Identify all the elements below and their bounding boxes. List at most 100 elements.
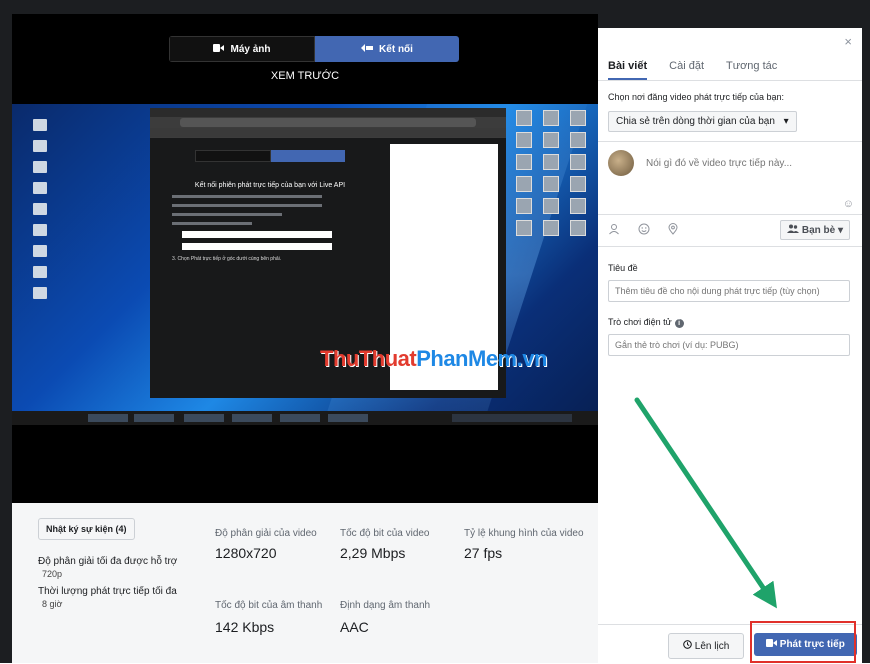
desktop-icon	[33, 140, 47, 152]
desktop-icon	[33, 266, 47, 278]
desktop-thumb	[516, 132, 533, 148]
game-tag-input[interactable]	[608, 334, 850, 356]
post-panel: × Bài viết Cài đặt Tương tác Chọn nơi đă…	[598, 28, 862, 664]
inner-url-field	[182, 231, 332, 238]
desktop-thumb	[542, 220, 559, 236]
tabs-divider	[598, 80, 862, 81]
max-duration-label: Thời lượng phát trực tiếp tối đa	[38, 586, 177, 597]
max-duration-value: 8 giờ	[42, 599, 63, 609]
caret-down-icon: ▾	[783, 116, 789, 127]
desktop-thumb	[569, 220, 586, 236]
desktop-thumb	[569, 198, 586, 214]
audience-selector[interactable]: Bạn bè ▾	[780, 220, 850, 240]
camera-tab-label: Máy ảnh	[230, 43, 271, 55]
connect-tab[interactable]: Kết nối	[315, 36, 459, 62]
emoji-icon[interactable]: ☺	[843, 198, 854, 210]
inner-connect-seg	[271, 150, 345, 162]
preview-title: XEM TRƯỚC	[270, 70, 340, 82]
desktop-icon	[33, 224, 47, 236]
tab-post[interactable]: Bài viết	[608, 60, 648, 80]
audio-format-label: Định dạng âm thanh	[340, 600, 431, 611]
desktop-icons-right	[512, 104, 590, 236]
desktop-thumb	[542, 154, 559, 170]
event-log-button[interactable]: Nhật ký sự kiện (4)	[38, 518, 135, 540]
inner-text-line	[172, 204, 322, 207]
desktop-thumb	[542, 110, 559, 126]
desktop-icon	[33, 182, 47, 194]
schedule-button[interactable]: Lên lịch	[668, 633, 745, 659]
video-preview: Kết nối phiên phát trực tiếp của bạn với…	[12, 104, 598, 425]
taskbar-item	[134, 414, 174, 422]
desktop-icon	[33, 287, 47, 299]
post-description-input[interactable]	[644, 157, 848, 170]
desktop-icons-left	[20, 110, 60, 301]
desktop-thumb	[516, 220, 533, 236]
tab-settings[interactable]: Cài đặt	[669, 60, 704, 80]
desktop-thumb	[569, 154, 586, 170]
tag-people-icon[interactable]	[608, 223, 620, 238]
inner-step3: 3. Chọn Phát trực tiếp ở góc dưới cùng b…	[172, 256, 282, 262]
desktop-thumb	[569, 110, 586, 126]
taskbar-item	[280, 414, 320, 422]
game-label: Trò chơi điện tử	[608, 317, 672, 327]
inner-address-bar	[180, 118, 476, 127]
audio-bitrate-label: Tốc độ bit của âm thanh	[215, 600, 323, 611]
share-destination-dropdown[interactable]: Chia sẻ trên dòng thời gian của bạn ▾	[608, 111, 797, 132]
highlight-box	[750, 621, 856, 663]
resolution-value: 1280x720	[215, 545, 277, 561]
divider	[598, 246, 862, 247]
game-label-row: Trò chơi điện tử i	[608, 317, 684, 328]
stream-stats: Nhật ký sự kiện (4) Độ phân giải tối đa …	[12, 503, 598, 663]
inner-camera-seg	[195, 150, 271, 162]
desktop-thumb	[516, 154, 533, 170]
location-pin-icon[interactable]	[668, 223, 678, 238]
audience-value: Bạn bè	[801, 225, 836, 236]
inner-heading: Kết nối phiên phát trực tiếp của bạn với…	[194, 182, 346, 189]
watermark-part: ThuThuat	[320, 346, 417, 371]
title-label: Tiêu đề	[608, 263, 638, 273]
close-icon[interactable]: ×	[844, 34, 852, 49]
friends-icon	[787, 224, 802, 236]
max-resolution-value: 720p	[42, 569, 63, 579]
connect-tab-label: Kết nối	[379, 43, 413, 55]
camera-tab[interactable]: Máy ảnh	[169, 36, 315, 62]
inner-source-switch	[195, 150, 345, 162]
max-resolution-label: Độ phân giải tối đa được hỗ trợ	[38, 556, 178, 567]
desktop-icon	[33, 245, 47, 257]
video-camera-icon	[213, 43, 225, 55]
desktop-thumb	[542, 132, 559, 148]
desktop-thumb	[569, 132, 586, 148]
desktop-thumb	[516, 176, 533, 192]
taskbar-item	[184, 414, 224, 422]
desktop-icon	[33, 161, 47, 173]
schedule-button-label: Lên lịch	[694, 641, 730, 652]
caret-down-icon: ▾	[837, 225, 843, 236]
taskbar-item	[328, 414, 368, 422]
audio-bitrate-value: 142 Kbps	[215, 619, 275, 635]
info-icon[interactable]: i	[674, 319, 684, 328]
title-input[interactable]	[608, 280, 850, 302]
post-tools	[608, 223, 678, 238]
connect-icon	[361, 43, 374, 55]
inner-text-line	[172, 213, 282, 216]
live-producer-page: Máy ảnh Kết nối XEM TRƯỚC Kết nối phiên …	[0, 0, 870, 664]
avatar	[608, 150, 634, 176]
system-tray	[452, 414, 572, 422]
feeling-icon[interactable]	[638, 223, 650, 238]
inner-text-line	[172, 195, 322, 198]
desktop-thumb	[516, 198, 533, 214]
inner-bookmarks-bar	[150, 128, 506, 137]
share-destination-value: Chia sẻ trên dòng thời gian của bạn	[616, 116, 775, 127]
desktop-icon	[33, 119, 47, 131]
watermark-text: ThuThuatPhanMem.vn	[320, 346, 547, 372]
windows-taskbar	[12, 411, 598, 425]
resolution-label: Độ phân giải của video	[215, 528, 317, 539]
divider	[598, 141, 862, 142]
post-destination-label: Chọn nơi đăng video phát trực tiếp của b…	[608, 92, 785, 102]
framerate-value: 27 fps	[464, 545, 503, 561]
taskbar-item	[88, 414, 128, 422]
tab-interactions[interactable]: Tương tác	[726, 60, 777, 80]
desktop-thumb	[542, 198, 559, 214]
framerate-label: Tỷ lệ khung hình của video	[464, 528, 584, 539]
clock-icon	[683, 640, 695, 652]
